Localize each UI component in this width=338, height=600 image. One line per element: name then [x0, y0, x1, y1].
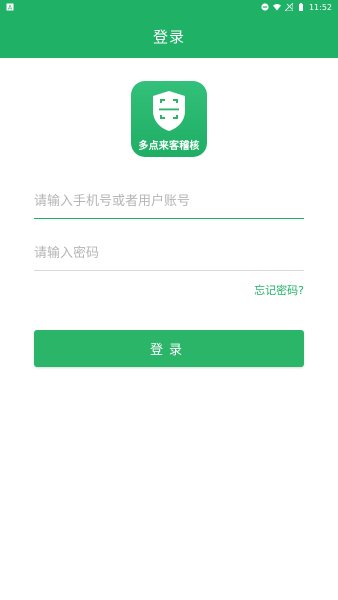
- notification-icon: A: [6, 3, 14, 11]
- app-logo: 多点来客稽核: [131, 81, 207, 157]
- status-time: 11:52: [308, 2, 332, 12]
- username-field-wrapper: [34, 185, 304, 219]
- status-bar: A 11:52: [0, 0, 338, 14]
- page-title: 登录: [152, 27, 185, 46]
- signal-icon: [284, 3, 293, 11]
- shield-scan-icon: [153, 91, 185, 131]
- password-field-wrapper: [34, 237, 304, 271]
- username-input[interactable]: [34, 185, 304, 218]
- battery-icon: [297, 3, 305, 11]
- status-left: A: [6, 3, 14, 11]
- forgot-password-link[interactable]: 忘记密码?: [254, 282, 304, 298]
- login-button[interactable]: 登录: [34, 330, 304, 367]
- wifi-icon: [272, 3, 281, 11]
- password-input[interactable]: [34, 237, 304, 270]
- app-bar: 登录: [0, 14, 338, 58]
- logo-text: 多点来客稽核: [138, 141, 200, 152]
- dnd-icon: [261, 3, 269, 11]
- status-right: 11:52: [261, 3, 332, 12]
